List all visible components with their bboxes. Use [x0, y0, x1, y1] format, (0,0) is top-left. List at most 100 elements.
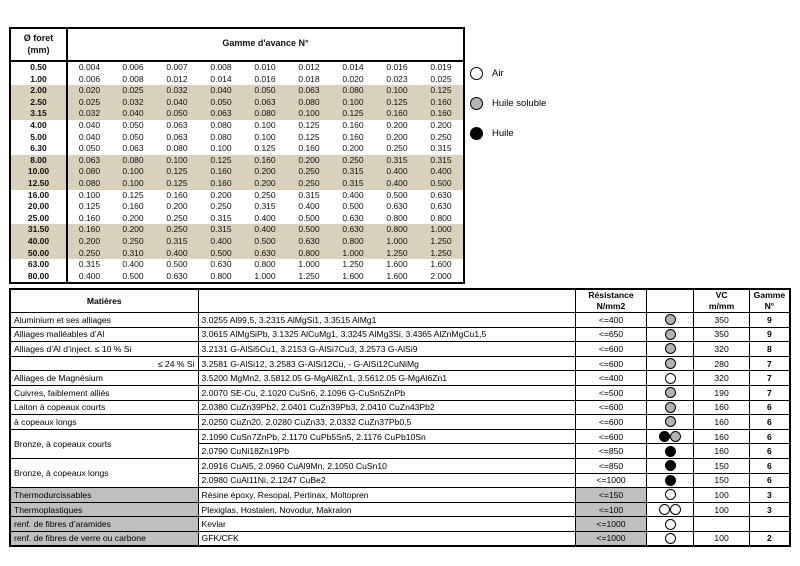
vc-cell: 320 [693, 370, 750, 386]
feed-value-cell: 0.800 [199, 270, 243, 283]
gamme-avance-header: Gamme d'avance N° [67, 29, 463, 62]
feed-value-cell: 1.600 [419, 259, 463, 271]
feed-value-cell: 0.040 [199, 85, 243, 97]
feed-value-cell: 0.025 [419, 73, 463, 86]
coolant-soluble-icon [664, 358, 676, 370]
diameter-cell: 25.00 [11, 212, 68, 225]
vc-cell: 320 [693, 341, 750, 357]
feed-value-cell: 0.050 [243, 85, 287, 97]
feed-rate-row: 80.00 0.400 0.500 0.630 0.800 1.000 1.250 1.600… [11, 270, 463, 283]
feed-value-cell: 0.315 [199, 224, 243, 236]
materials-body: Aluminium et ses alliages 3.0255 Al99,5, … [9, 312, 791, 547]
feed-value-cell: 0.500 [155, 259, 199, 271]
feed-value-cell: 0.630 [419, 201, 463, 213]
resistance-cell: <=400 [574, 370, 648, 386]
feed-value-cell: 1.000 [243, 270, 287, 283]
feed-value-cell: 0.160 [419, 96, 463, 109]
feed-value-cell: 0.315 [287, 189, 331, 202]
diameter-cell: 5.00 [11, 131, 68, 144]
feed-value-cell: 0.200 [287, 154, 331, 167]
coolant-cell [646, 428, 695, 445]
materials-grid: Matières Résistance N/mm2 VC m/mm Gamme … [9, 288, 791, 547]
resistance-cell: <=850 [574, 457, 648, 474]
vc-cell: 190 [693, 384, 750, 401]
diameter-cell: 2.00 [11, 85, 68, 97]
feed-value-cell: 0.160 [243, 154, 287, 167]
legend-item-label: Huile soluble [492, 97, 547, 109]
feed-value-cell: 0.400 [111, 259, 155, 271]
feed-value-cell: 0.032 [155, 85, 199, 97]
feed-rate-row: 6.30 0.050 0.063 0.080 0.100 0.125 0.160 0.200 0… [11, 143, 463, 155]
material-description-cell: 3.0615 AlMgSiPb, 3.1325 AlCuMg1, 3.3245 … [197, 326, 576, 343]
feed-value-cell: 0.310 [111, 247, 155, 260]
feed-value-cell: 0.500 [287, 212, 331, 225]
feed-value-cell: 0.020 [331, 73, 375, 86]
resistance-cell: <=100 [574, 501, 648, 518]
material-description-cell: GFK/CFK [197, 530, 576, 547]
feed-rate-row: 40.00 0.200 0.250 0.315 0.400 0.500 0.630 0.800… [11, 235, 463, 248]
coolant-soluble-icon [664, 314, 676, 326]
feed-rate-row: 5.00 0.040 0.050 0.063 0.080 0.100 0.125 0.160 0… [11, 131, 463, 144]
feed-value-cell: 0.080 [67, 177, 111, 190]
feed-value-cell: 0.040 [111, 108, 155, 120]
diameter-cell: 50.00 [11, 247, 68, 260]
feed-rate-row: 2.00 0.020 0.025 0.032 0.040 0.050 0.063 0.080 0… [11, 85, 463, 97]
feed-value-cell: 0.160 [375, 108, 419, 120]
feed-value-cell: 0.063 [155, 131, 199, 144]
material-description-cell: Résine époxy, Resopal, Pertinax, Moltopr… [197, 487, 576, 503]
coolant-soluble-icon [664, 416, 676, 428]
feed-value-cell: 0.250 [375, 143, 419, 155]
coolant-cell [646, 501, 695, 518]
coolant-soluble-icon [470, 96, 483, 110]
feed-value-cell: 0.008 [199, 61, 243, 74]
material-description-cell: 3.2131 G-AlSi5Cu1, 3.2153 G-AlSi7Cu3, 3.… [197, 341, 576, 357]
legend-item-air: Air [470, 60, 590, 86]
legend-item-huile: Huile [470, 120, 590, 146]
legend-item-soluble: Huile soluble [470, 90, 590, 116]
coolant-cell [646, 341, 695, 357]
resistance-cell: <=650 [574, 326, 648, 343]
feed-value-cell: 0.400 [287, 201, 331, 213]
feed-value-cell: 0.800 [331, 235, 375, 248]
feed-value-cell: 0.100 [155, 154, 199, 167]
material-description-cell: 2.0916 CuAl5, 2.0960 CuAl9Mn, 2.1050 CuS… [197, 457, 576, 474]
feed-value-cell: 0.063 [67, 154, 111, 167]
diameter-header-line1: Ø foret [23, 33, 54, 43]
material-description-cell: Plexiglas, Hostalen, Novodur, Makralon [197, 501, 576, 518]
coolant-cell [646, 399, 695, 416]
coolant-soluble-icon [670, 431, 682, 443]
coolant-cell [646, 326, 695, 343]
feed-value-cell: 0.200 [243, 177, 287, 190]
vc-column-header: VC m/mm [693, 288, 750, 313]
coolant-soluble-icon [664, 343, 676, 355]
feed-value-cell: 0.080 [67, 166, 111, 178]
feed-value-cell: 0.200 [155, 201, 199, 213]
feed-value-cell: 0.100 [67, 189, 111, 202]
feed-value-cell: 0.400 [419, 166, 463, 178]
feed-value-cell: 0.100 [111, 177, 155, 190]
vc-cell: 160 [693, 399, 750, 416]
feed-value-cell: 0.100 [287, 108, 331, 120]
feed-value-cell: 0.200 [375, 131, 419, 144]
feed-value-cell: 0.025 [111, 85, 155, 97]
feed-value-cell: 0.014 [331, 61, 375, 74]
gamme-cell: 6 [748, 443, 791, 459]
feed-value-cell: 0.125 [111, 189, 155, 202]
resistance-cell: <=600 [574, 341, 648, 357]
material-name-cell: renf. de fibres d’aramides [9, 516, 199, 532]
feed-value-cell: 0.050 [111, 131, 155, 144]
material-description-cell: 2.0070 SE-Cu, 2.1020 CuSn6, 2.1096 G-CuS… [197, 384, 576, 401]
gamme-column-header: Gamme N° [748, 288, 791, 313]
coolant-huile-icon [664, 460, 676, 472]
diameter-cell: 80.00 [11, 270, 68, 283]
material-description-cell: Kevlar [197, 516, 576, 532]
feed-value-cell: 0.040 [67, 131, 111, 144]
feed-value-cell: 0.050 [111, 119, 155, 132]
feed-value-cell: 0.200 [67, 235, 111, 248]
feed-rate-row: 20.00 0.125 0.160 0.200 0.250 0.315 0.400 0.500… [11, 201, 463, 213]
diameter-cell: 6.30 [11, 143, 68, 155]
feed-value-cell: 0.125 [287, 131, 331, 144]
feed-value-cell: 0.032 [67, 108, 111, 120]
feed-value-cell: 0.250 [331, 154, 375, 167]
feed-value-cell: 1.600 [375, 259, 419, 271]
